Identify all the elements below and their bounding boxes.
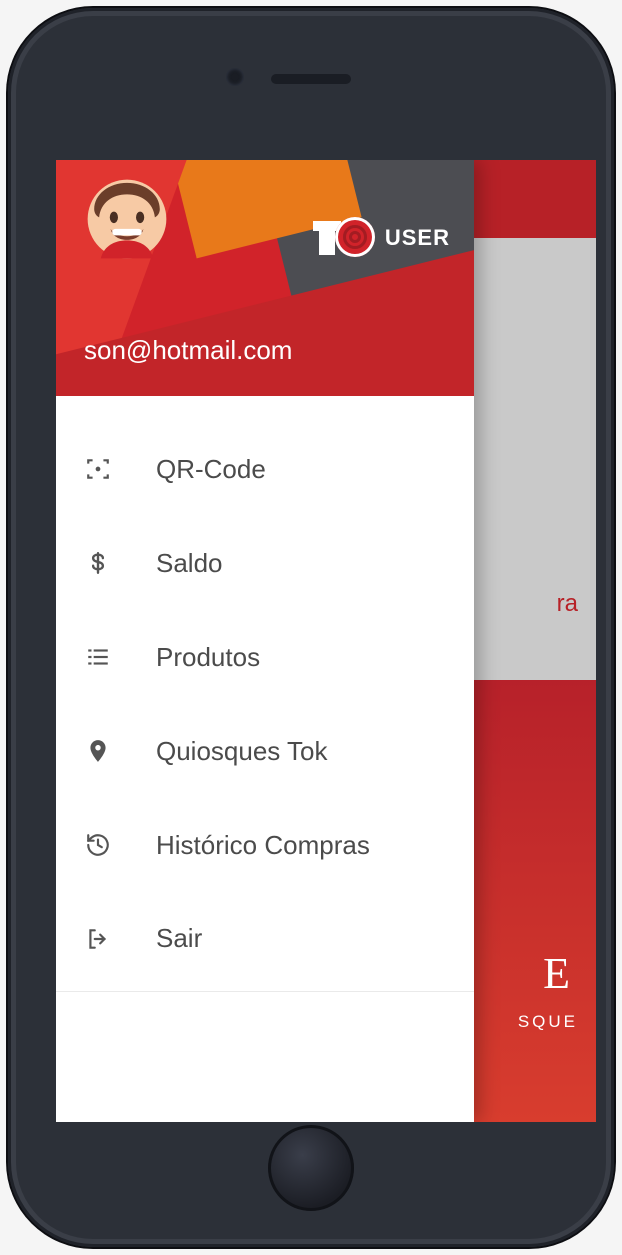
menu-item-quiosques[interactable]: Quiosques Tok: [56, 704, 474, 798]
phone-camera: [226, 68, 244, 86]
menu-item-qr[interactable]: QR-Code: [56, 422, 474, 516]
phone-home-button[interactable]: [268, 1125, 354, 1211]
menu-item-historico[interactable]: Histórico Compras: [56, 798, 474, 892]
background-footer-text: SQUE: [518, 1012, 578, 1032]
list-icon: [84, 643, 112, 671]
background-large-letter: E: [543, 948, 576, 999]
history-icon: [84, 831, 112, 859]
qr-icon: [84, 455, 112, 483]
navigation-drawer: USER son@hotmail.com QR-Code: [56, 160, 474, 1122]
location-icon: [84, 737, 112, 765]
menu-label: Saldo: [156, 548, 223, 579]
drawer-menu: QR-Code Saldo: [56, 396, 474, 1122]
menu-label: QR-Code: [156, 454, 266, 485]
menu-item-saldo[interactable]: Saldo: [56, 516, 474, 610]
logout-icon: [84, 925, 112, 953]
dollar-icon: [84, 549, 112, 577]
menu-label: Sair: [156, 923, 202, 954]
menu-item-produtos[interactable]: Produtos: [56, 610, 474, 704]
phone-speaker: [271, 74, 351, 84]
phone-frame: ra E SQUE: [8, 8, 614, 1247]
logo-mark-icon: [319, 215, 379, 261]
menu-label: Produtos: [156, 642, 260, 673]
app-screen: ra E SQUE: [56, 160, 596, 1122]
avatar[interactable]: [86, 178, 168, 260]
menu-label: Histórico Compras: [156, 830, 370, 861]
app-logo: USER: [319, 215, 450, 261]
menu-label: Quiosques Tok: [156, 736, 328, 767]
drawer-header: USER son@hotmail.com: [56, 160, 474, 396]
phone-inner: ra E SQUE: [16, 16, 606, 1239]
user-email: son@hotmail.com: [84, 335, 292, 366]
menu-item-sair[interactable]: Sair: [56, 892, 474, 992]
logo-suffix: USER: [385, 225, 450, 251]
